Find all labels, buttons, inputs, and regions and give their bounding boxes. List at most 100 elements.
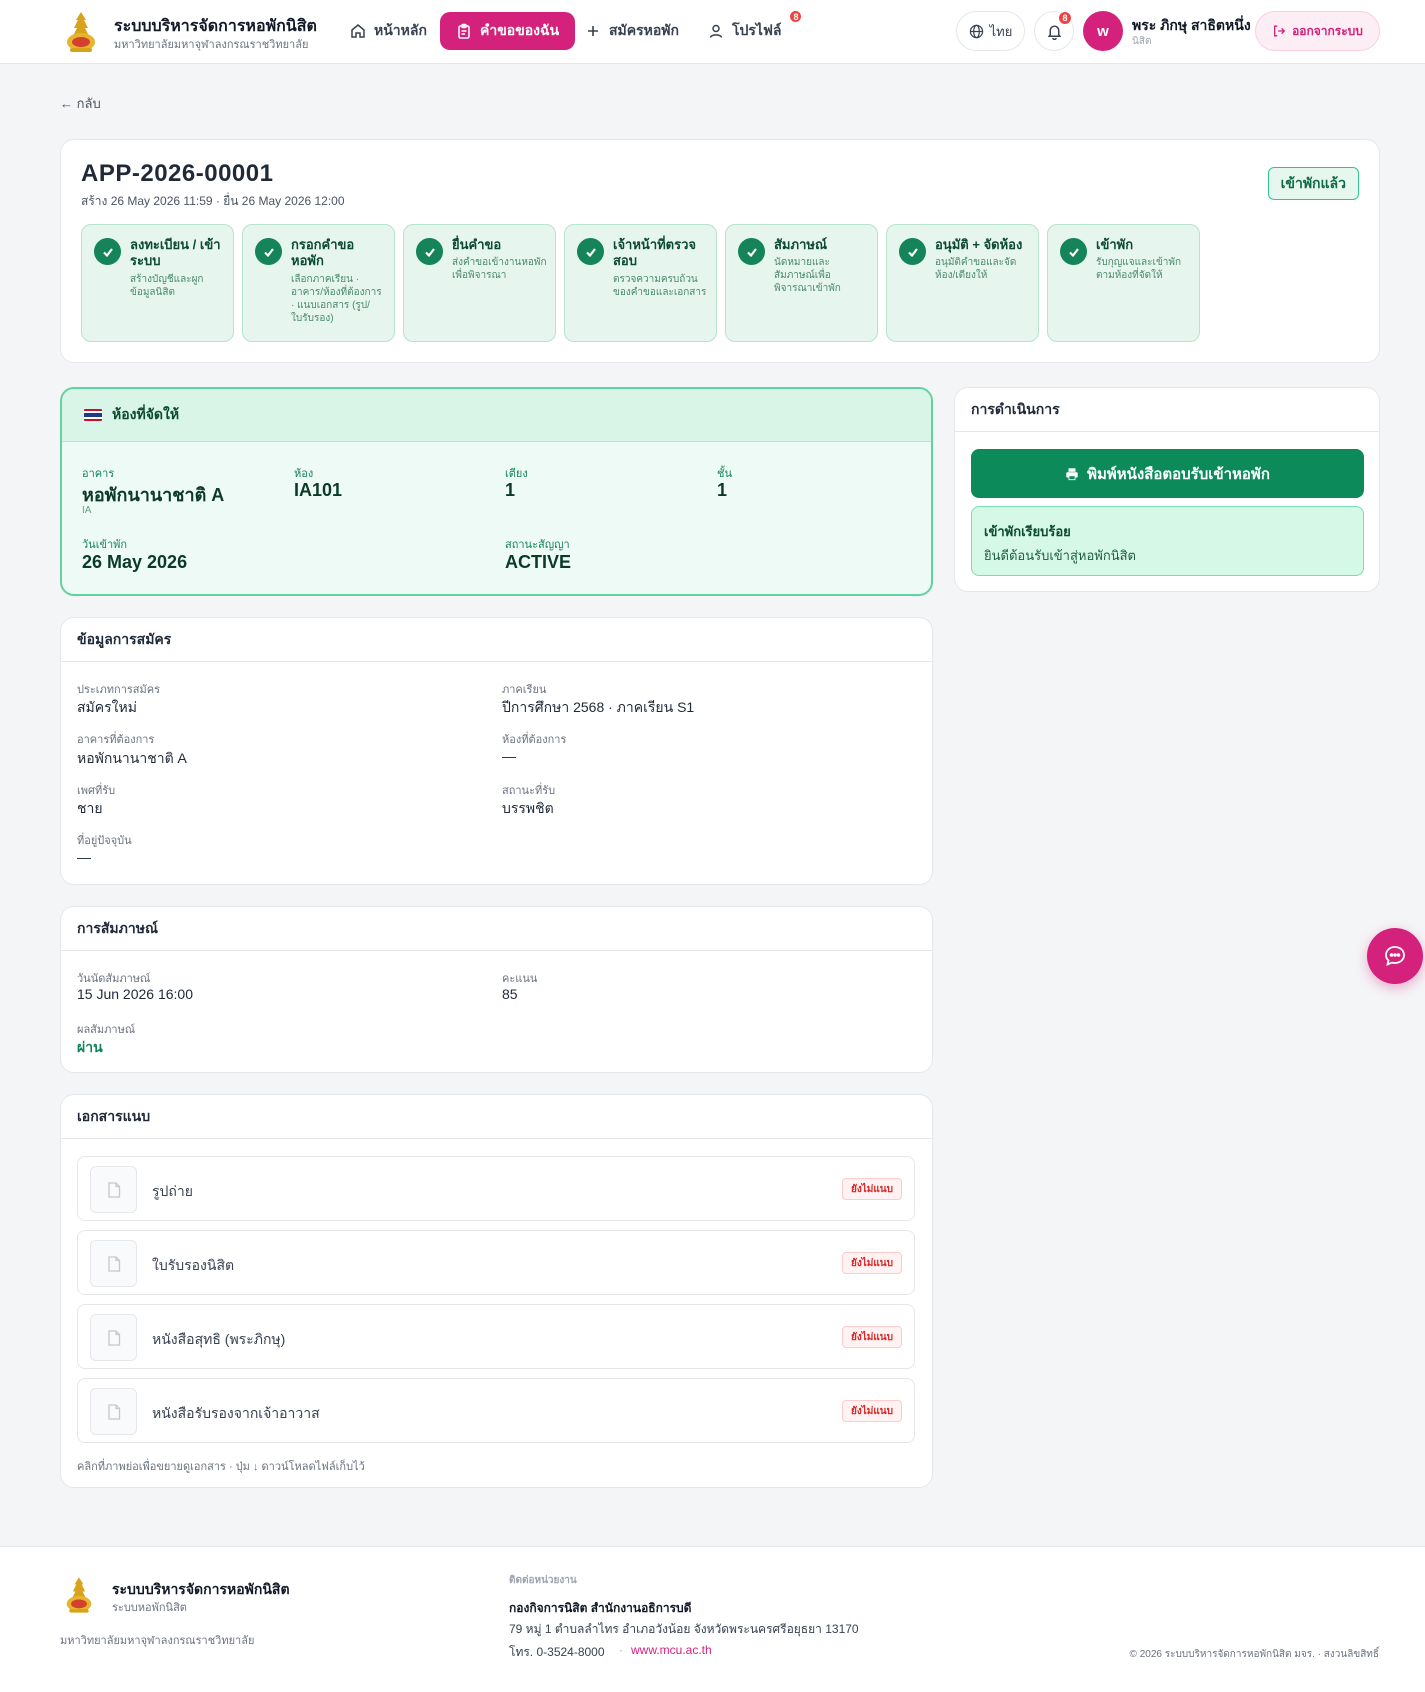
back-link[interactable]: ← กลับ bbox=[60, 93, 101, 114]
step-register: ลงทะเบียน / เข้าระบบ สร้างบัญชีและผูกข้อ… bbox=[81, 224, 234, 342]
documents-hint: คลิกที่ภาพย่อเพื่อขยายดูเอกสาร · ปุ่ม ↓ … bbox=[77, 1461, 365, 1473]
footer-logo bbox=[66, 1577, 92, 1613]
status-label: สถานะที่รับ bbox=[502, 785, 556, 797]
building-code: IA bbox=[82, 505, 92, 516]
notice-subtitle: ยินดีต้อนรับเข้าสู่หอพักนิสิต bbox=[984, 548, 1136, 563]
step-title: เข้าพัก bbox=[1096, 237, 1134, 252]
footer-address: 79 หมู่ 1 ตำบลลำไทร อำเภอวังน้อย จังหวัด… bbox=[509, 1622, 859, 1636]
nav-home[interactable]: หน้าหลัก bbox=[334, 12, 443, 50]
check-icon bbox=[577, 238, 604, 265]
bell-icon bbox=[1047, 24, 1061, 40]
document-status-badge: ยังไม่แนบ bbox=[842, 1252, 902, 1274]
file-icon bbox=[107, 1329, 120, 1346]
university-logo[interactable] bbox=[64, 10, 98, 54]
term-value: ปีการศึกษา 2568 · ภาคเรียน S1 bbox=[502, 699, 695, 715]
step-desc: อนุมัติคำขอและจัดห้อง/เตียงให้ bbox=[935, 257, 1017, 281]
avatar[interactable]: w bbox=[1083, 11, 1123, 51]
documents-title: เอกสารแนบ bbox=[61, 1095, 932, 1139]
logout-button[interactable]: ออกจากระบบ bbox=[1255, 11, 1380, 51]
footer-phone: โทร. 0-3524-8000 bbox=[509, 1645, 605, 1659]
home-icon bbox=[351, 24, 365, 38]
application-id: APP-2026-00001 bbox=[81, 160, 274, 187]
nav-profile[interactable]: โปรไฟล์ 8 bbox=[692, 9, 804, 50]
step-desc: ตรวจความครบถ้วนของคำขอและเอกสาร bbox=[613, 274, 707, 298]
document-row[interactable]: รูปถ่าย ยังไม่แนบ bbox=[77, 1156, 915, 1221]
nav-apply[interactable]: สมัครหอพัก bbox=[569, 12, 695, 50]
print-letter-label: พิมพ์หนังสือตอบรับเข้าหอพัก bbox=[1087, 465, 1270, 483]
status-badge: เข้าพักแล้ว bbox=[1267, 167, 1359, 200]
file-icon bbox=[107, 1181, 120, 1198]
application-card: APP-2026-00001 สร้าง 26 May 2026 11:59 ·… bbox=[60, 139, 1380, 363]
check-icon bbox=[1060, 238, 1087, 265]
document-status-badge: ยังไม่แนบ bbox=[842, 1326, 902, 1348]
nav-apply-label: สมัครหอพัก bbox=[609, 22, 679, 38]
check-icon bbox=[94, 238, 121, 265]
step-fill-form: กรอกคำขอหอพัก เลือกภาคเรียน · อาคาร/ห้อง… bbox=[242, 224, 395, 342]
step-desc: รับกุญแจและเข้าพักตามห้องที่จัดให้ bbox=[1096, 257, 1182, 281]
checkin-label: วันเข้าพัก bbox=[82, 539, 128, 551]
document-thumbnail[interactable] bbox=[90, 1388, 137, 1435]
print-letter-button[interactable]: พิมพ์หนังสือตอบรับเข้าหอพัก bbox=[971, 449, 1364, 498]
document-status-badge: ยังไม่แนบ bbox=[842, 1400, 902, 1422]
language-label: ไทย bbox=[989, 23, 1013, 39]
chat-icon bbox=[1385, 946, 1405, 967]
top-navbar: ระบบบริหารจัดการหอพักนิสิต มหาวิทยาลัยมห… bbox=[0, 0, 1425, 64]
footer-contact-label: ติดต่อหน่วยงาน bbox=[509, 1575, 577, 1586]
logout-icon bbox=[1274, 25, 1286, 37]
step-desc: นัดหมายและสัมภาษณ์เพื่อพิจารณาเข้าพัก bbox=[774, 257, 841, 294]
footer-website-link[interactable]: www.mcu.ac.th bbox=[631, 1643, 712, 1657]
room-card-header: ห้องที่จัดให้ bbox=[62, 389, 931, 442]
document-thumbnail[interactable] bbox=[90, 1166, 137, 1213]
term-label: ภาคเรียน bbox=[502, 684, 547, 696]
step-title: กรอกคำขอหอพัก bbox=[291, 237, 355, 268]
step-title: สัมภาษณ์ bbox=[774, 237, 828, 252]
document-name: ใบรับรองนิสิต bbox=[152, 1257, 235, 1273]
type-label: ประเภทการสมัคร bbox=[77, 684, 161, 696]
step-title: ยื่นคำขอ bbox=[452, 237, 502, 252]
actions-card: การดำเนินการ พิมพ์หนังสือตอบรับเข้าหอพัก… bbox=[954, 387, 1380, 592]
step-approve: อนุมัติ + จัดห้อง อนุมัติคำขอและจัดห้อง/… bbox=[886, 224, 1039, 342]
document-thumbnail[interactable] bbox=[90, 1240, 137, 1287]
step-title: อนุมัติ + จัดห้อง bbox=[935, 237, 1023, 252]
document-name: หนังสือรับรองจากเจ้าอาวาส bbox=[152, 1405, 320, 1421]
check-icon bbox=[899, 238, 926, 265]
plus-icon bbox=[588, 26, 598, 36]
file-icon bbox=[107, 1403, 120, 1420]
step-desc: ส่งคำขอเข้างานหอพักเพื่อพิจารณา bbox=[452, 257, 547, 281]
nav-my-requests[interactable]: คำขอของฉัน bbox=[440, 12, 576, 50]
document-row[interactable]: ใบรับรองนิสิต ยังไม่แนบ bbox=[77, 1230, 915, 1295]
room-card-title: ห้องที่จัดให้ bbox=[112, 406, 180, 422]
progress-steps: ลงทะเบียน / เข้าระบบ สร้างบัญชีและผูกข้อ… bbox=[81, 224, 1200, 342]
document-thumbnail[interactable] bbox=[90, 1314, 137, 1361]
assigned-room-card: ห้องที่จัดให้ อาคาร หอพักนานาชาติ A IA ห… bbox=[60, 387, 933, 596]
flag-icon bbox=[84, 409, 102, 421]
room-value: IA101 bbox=[294, 480, 343, 500]
preferred-room-value: — bbox=[502, 748, 516, 764]
checkin-value: 26 May 2026 bbox=[82, 552, 188, 572]
move-in-complete-notice: เข้าพักเรียบร้อย ยินดีต้อนรับเข้าสู่หอพั… bbox=[971, 506, 1364, 576]
logout-label: ออกจากระบบ bbox=[1292, 23, 1363, 38]
document-row[interactable]: หนังสือรับรองจากเจ้าอาวาส ยังไม่แนบ bbox=[77, 1378, 915, 1443]
document-row[interactable]: หนังสือสุทธิ (พระภิกษุ) ยังไม่แนบ bbox=[77, 1304, 915, 1369]
gender-value: ชาย bbox=[77, 800, 103, 816]
chat-button[interactable] bbox=[1367, 928, 1423, 984]
file-icon bbox=[107, 1255, 120, 1272]
language-switch[interactable]: ไทย bbox=[956, 11, 1025, 51]
step-desc: เลือกภาคเรียน · อาคาร/ห้องที่ต้องการ · แ… bbox=[291, 274, 382, 324]
nav-my-requests-label: คำขอของฉัน bbox=[480, 22, 560, 38]
bed-value: 1 bbox=[505, 480, 516, 500]
notifications-button[interactable]: 8 bbox=[1034, 10, 1074, 51]
gender-label: เพศที่รับ bbox=[77, 785, 116, 797]
document-status-badge: ยังไม่แนบ bbox=[842, 1178, 902, 1200]
building-value: หอพักนานาชาติ A bbox=[82, 485, 225, 505]
score-value: 85 bbox=[502, 986, 518, 1002]
application-info-title: ข้อมูลการสมัคร bbox=[61, 618, 932, 662]
user-role: นิสิต bbox=[1132, 36, 1152, 47]
status-value: บรรพชิต bbox=[502, 800, 554, 816]
clipboard-icon bbox=[458, 23, 470, 39]
actions-title: การดำเนินการ bbox=[955, 388, 1379, 432]
nav-profile-label: โปรไฟล์ bbox=[732, 22, 782, 38]
preferred-room-label: ห้องที่ต้องการ bbox=[502, 734, 567, 746]
step-desc: สร้างบัญชีและผูกข้อมูลนิสิต bbox=[130, 274, 204, 298]
contract-value: ACTIVE bbox=[505, 552, 572, 572]
